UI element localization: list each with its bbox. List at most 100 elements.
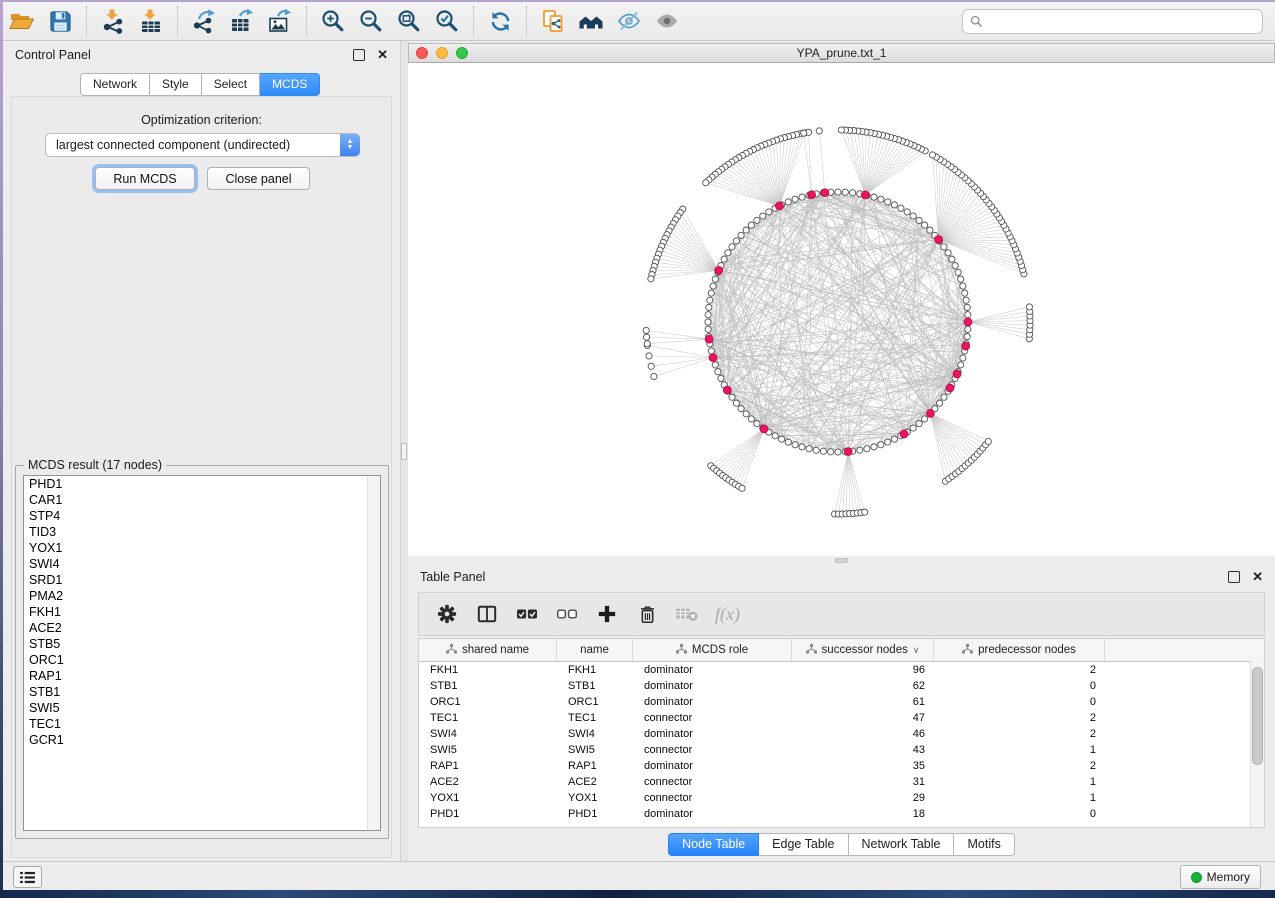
cell-shared_name[interactable]: STB1 bbox=[419, 680, 557, 692]
mcds-result-item[interactable]: CAR1 bbox=[24, 492, 380, 508]
tab-motifs[interactable]: Motifs bbox=[954, 833, 1014, 856]
cell-predecessor_nodes[interactable]: 2 bbox=[934, 712, 1105, 724]
cell-shared_name[interactable]: PHD1 bbox=[419, 808, 557, 820]
mcds-result-item[interactable]: SWI5 bbox=[24, 700, 380, 716]
node-table[interactable]: shared namenameMCDS rolesuccessor nodes∨… bbox=[418, 638, 1265, 828]
cell-successor_nodes[interactable]: 96 bbox=[792, 664, 934, 676]
horizontal-splitter[interactable] bbox=[408, 556, 1275, 565]
cell-predecessor_nodes[interactable]: 0 bbox=[934, 696, 1105, 708]
close-panel-button[interactable]: Close panel bbox=[207, 167, 310, 190]
show-all-icon[interactable] bbox=[651, 5, 683, 37]
mcds-result-item[interactable]: STB5 bbox=[24, 636, 380, 652]
select-all-rows-icon[interactable] bbox=[515, 602, 539, 626]
table-row[interactable]: SWI4SWI4dominator462 bbox=[419, 726, 1264, 742]
column-header-shared-name[interactable]: shared name bbox=[419, 639, 557, 661]
table-vscrollbar-thumb[interactable] bbox=[1252, 667, 1263, 765]
zoom-out-icon[interactable] bbox=[355, 5, 387, 37]
cell-mcds_role[interactable]: connector bbox=[633, 776, 792, 788]
cell-predecessor_nodes[interactable]: 2 bbox=[934, 728, 1105, 740]
mcds-result-item[interactable]: STB1 bbox=[24, 684, 380, 700]
cell-shared_name[interactable]: SWI5 bbox=[419, 744, 557, 756]
export-network-icon[interactable] bbox=[188, 5, 220, 37]
mcds-result-item[interactable]: TID3 bbox=[24, 524, 380, 540]
mcds-result-item[interactable]: PHD1 bbox=[24, 476, 380, 492]
cell-successor_nodes[interactable]: 18 bbox=[792, 808, 934, 820]
cell-successor_nodes[interactable]: 47 bbox=[792, 712, 934, 724]
tab-network-table[interactable]: Network Table bbox=[849, 833, 955, 856]
cell-predecessor_nodes[interactable]: 1 bbox=[934, 744, 1105, 756]
network-view-titlebar[interactable]: YPA_prune.txt_1 bbox=[408, 43, 1275, 63]
cell-mcds_role[interactable]: dominator bbox=[633, 680, 792, 692]
cell-predecessor_nodes[interactable]: 1 bbox=[934, 776, 1105, 788]
close-table-panel-icon[interactable]: ✕ bbox=[1252, 572, 1263, 582]
cell-shared_name[interactable]: ORC1 bbox=[419, 696, 557, 708]
mcds-result-list[interactable]: PHD1CAR1STP4TID3YOX1SWI4SRD1PMA2FKH1ACE2… bbox=[23, 475, 381, 831]
show-column-panel-icon[interactable] bbox=[475, 602, 499, 626]
cell-successor_nodes[interactable]: 62 bbox=[792, 680, 934, 692]
import-table-icon[interactable] bbox=[135, 5, 167, 37]
cell-name[interactable]: FKH1 bbox=[557, 664, 633, 676]
table-row[interactable]: RAP1RAP1dominator352 bbox=[419, 758, 1264, 774]
mcds-result-item[interactable]: GCR1 bbox=[24, 732, 380, 748]
table-row[interactable]: TEC1TEC1connector472 bbox=[419, 710, 1264, 726]
mcds-list-scrollbar[interactable] bbox=[367, 476, 380, 830]
search-box[interactable] bbox=[962, 9, 1263, 34]
cell-name[interactable]: YOX1 bbox=[557, 792, 633, 804]
cell-mcds_role[interactable]: dominator bbox=[633, 664, 792, 676]
task-history-button[interactable] bbox=[13, 866, 42, 888]
tab-node-table[interactable]: Node Table bbox=[668, 833, 759, 856]
mcds-result-item[interactable]: TEC1 bbox=[24, 716, 380, 732]
cell-predecessor_nodes[interactable]: 1 bbox=[934, 792, 1105, 804]
clone-network-icon[interactable] bbox=[537, 5, 569, 37]
cell-shared_name[interactable]: SWI4 bbox=[419, 728, 557, 740]
table-settings-icon[interactable] bbox=[435, 602, 459, 626]
cell-name[interactable]: SWI5 bbox=[557, 744, 633, 756]
cell-successor_nodes[interactable]: 46 bbox=[792, 728, 934, 740]
export-image-icon[interactable] bbox=[264, 5, 296, 37]
mcds-result-item[interactable]: PMA2 bbox=[24, 588, 380, 604]
cell-mcds_role[interactable]: connector bbox=[633, 712, 792, 724]
cell-predecessor_nodes[interactable]: 0 bbox=[934, 680, 1105, 692]
zoom-in-icon[interactable] bbox=[317, 5, 349, 37]
zoom-fit-icon[interactable] bbox=[393, 5, 425, 37]
cell-successor_nodes[interactable]: 31 bbox=[792, 776, 934, 788]
mcds-result-item[interactable]: SWI4 bbox=[24, 556, 380, 572]
cell-successor_nodes[interactable]: 35 bbox=[792, 760, 934, 772]
table-row[interactable]: FKH1FKH1dominator962 bbox=[419, 662, 1264, 678]
import-network-icon[interactable] bbox=[97, 5, 129, 37]
cell-shared_name[interactable]: FKH1 bbox=[419, 664, 557, 676]
cell-shared_name[interactable]: ACE2 bbox=[419, 776, 557, 788]
cell-shared_name[interactable]: YOX1 bbox=[419, 792, 557, 804]
table-row[interactable]: ORC1ORC1dominator610 bbox=[419, 694, 1264, 710]
memory-button[interactable]: Memory bbox=[1180, 865, 1261, 889]
cell-name[interactable]: SWI4 bbox=[557, 728, 633, 740]
cell-name[interactable]: ACE2 bbox=[557, 776, 633, 788]
search-input[interactable] bbox=[988, 14, 1262, 30]
close-panel-icon[interactable]: ✕ bbox=[377, 50, 388, 60]
column-header-name[interactable]: name bbox=[557, 639, 633, 661]
first-neighbors-icon[interactable] bbox=[575, 5, 607, 37]
mcds-result-item[interactable]: FKH1 bbox=[24, 604, 380, 620]
cell-mcds_role[interactable]: dominator bbox=[633, 808, 792, 820]
cell-mcds_role[interactable]: dominator bbox=[633, 728, 792, 740]
cell-successor_nodes[interactable]: 43 bbox=[792, 744, 934, 756]
cell-name[interactable]: ORC1 bbox=[557, 696, 633, 708]
cell-predecessor_nodes[interactable]: 0 bbox=[934, 808, 1105, 820]
float-table-panel-icon[interactable] bbox=[1228, 571, 1240, 583]
mcds-result-item[interactable]: ORC1 bbox=[24, 652, 380, 668]
column-header-predecessor-nodes[interactable]: predecessor nodes bbox=[934, 639, 1105, 661]
cell-mcds_role[interactable]: dominator bbox=[633, 696, 792, 708]
table-row[interactable]: PHD1PHD1dominator180 bbox=[419, 806, 1264, 822]
cell-shared_name[interactable]: RAP1 bbox=[419, 760, 557, 772]
column-header-MCDS-role[interactable]: MCDS role bbox=[633, 639, 792, 661]
sort-menu-icon[interactable]: ∨ bbox=[913, 645, 920, 656]
deselect-all-rows-icon[interactable] bbox=[555, 602, 579, 626]
tab-select[interactable]: Select bbox=[202, 73, 260, 96]
export-table-icon[interactable] bbox=[226, 5, 258, 37]
delete-table-icon[interactable] bbox=[675, 602, 699, 626]
cell-name[interactable]: TEC1 bbox=[557, 712, 633, 724]
network-canvas[interactable] bbox=[408, 63, 1275, 556]
table-vscrollbar[interactable] bbox=[1250, 661, 1264, 827]
horizontal-splitter-handle[interactable] bbox=[835, 558, 848, 563]
delete-column-icon[interactable] bbox=[635, 602, 659, 626]
